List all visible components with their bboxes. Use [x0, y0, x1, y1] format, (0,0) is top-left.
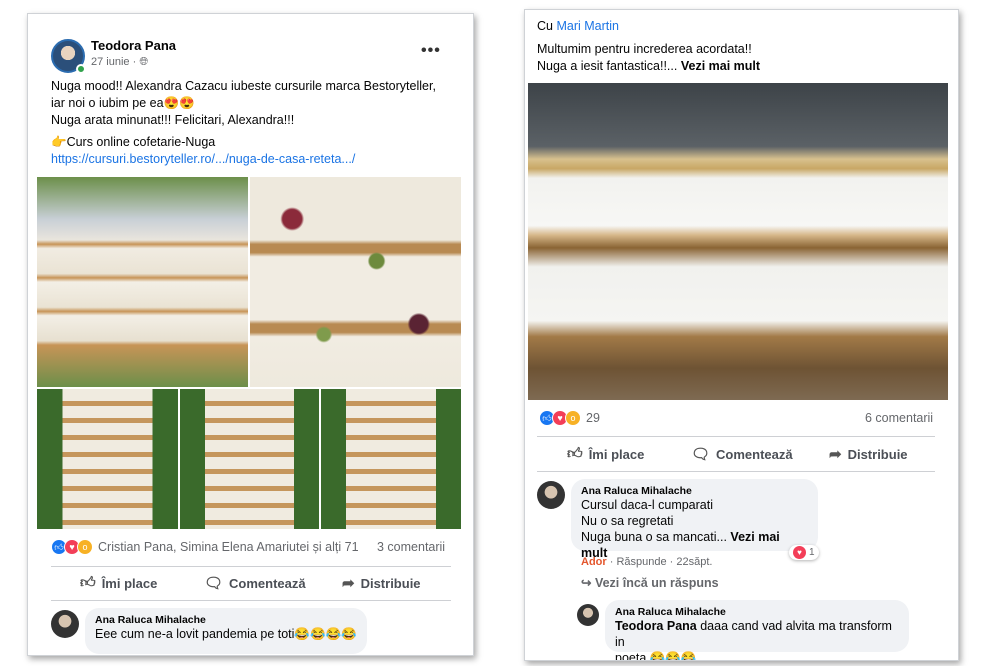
reaction-summary[interactable]: 👍︎ ♥ o 29 [539, 410, 600, 426]
tagged-user-link[interactable]: Mari Martin [556, 19, 619, 33]
post-author[interactable]: Teodora Pana [91, 38, 176, 53]
comment-line1: Cursul daca-l cumparati [581, 498, 713, 512]
see-more-link[interactable]: Vezi mai mult [681, 59, 760, 73]
comment-text: Eee cum ne-a lovit pandemia pe toti😂😂😂😂 [95, 627, 357, 641]
comment-bubble: Ana Raluca Mihalache Cursul daca-l cumpa… [571, 479, 818, 560]
reaction-names: Cristian Pana, Simina Elena Amariutei și… [98, 540, 359, 554]
post-photo-2[interactable] [250, 177, 461, 387]
more-options-icon[interactable]: ••• [421, 42, 441, 60]
like-button[interactable]: 👍︎ Îmi place [567, 445, 644, 463]
tagged-with: Cu Mari Martin [537, 19, 619, 33]
commenter-name[interactable]: Ana Raluca Mihalache [95, 614, 357, 626]
post-photo-5[interactable] [321, 389, 461, 529]
reply-line1: Teodora Pana daaa cand vad alvita ma tra… [615, 619, 892, 649]
like-button[interactable]: 👍︎ Îmi place [80, 574, 157, 592]
reply-line2: poeta 😂😂😂 [615, 651, 697, 661]
comments-count[interactable]: 3 comentarii [377, 540, 445, 554]
comments-count[interactable]: 6 comentarii [865, 411, 933, 425]
post-text-line3: Nuga arata minunat!!! Felicitari, Alexan… [51, 113, 295, 127]
reaction-count: 29 [586, 411, 600, 425]
commenter-avatar[interactable] [51, 610, 79, 638]
reply-avatar[interactable] [577, 604, 599, 626]
comment-bubble: Ana Raluca Mihalache Eee cum ne-a lovit … [85, 608, 367, 654]
thumbs-up-icon: 👍︎ [567, 445, 583, 462]
commenter-avatar[interactable] [537, 481, 565, 509]
reaction-summary[interactable]: 👍︎ ♥ o Cristian Pana, Simina Elena Amari… [51, 539, 359, 555]
heart-icon: ♥ [793, 546, 806, 559]
commenter-name[interactable]: Ana Raluca Mihalache [581, 485, 808, 497]
divider [537, 471, 935, 472]
share-icon: ➦ [342, 575, 355, 592]
left-post-card: Teodora Pana 27 iunie · 🌐︎ ••• Nuga mood… [27, 13, 474, 656]
online-status-dot [76, 64, 86, 74]
divider [51, 600, 451, 601]
comment-icon: 🗨︎ [691, 446, 711, 463]
post-photo-1[interactable] [37, 177, 248, 387]
course-link[interactable]: https://cursuri.bestoryteller.ro/.../nug… [51, 151, 355, 168]
reply-bubble: Ana Raluca Mihalache Teodora Pana daaa c… [605, 600, 909, 660]
reply-author[interactable]: Ana Raluca Mihalache [615, 606, 899, 618]
globe-icon: 🌐︎ [139, 56, 149, 68]
comment-button[interactable]: 🗨︎ Comentează [691, 445, 793, 463]
comment-meta: Ador · Răspunde · 22săpt. [581, 556, 713, 568]
divider [537, 436, 935, 437]
post-photo-3[interactable] [37, 389, 178, 529]
view-more-replies-link[interactable]: ↪ Vezi încă un răspuns [581, 575, 719, 590]
wow-reaction-icon: o [565, 410, 581, 426]
comment-icon: 🗨︎ [204, 575, 224, 592]
post-photo-4[interactable] [180, 389, 319, 529]
comment-love-label[interactable]: Ador [581, 556, 607, 568]
post-text-line1: Multumim pentru increderea acordata!! [537, 42, 752, 56]
post-text-line1: Nuga mood!! Alexandra Cazacu iubeste cur… [51, 79, 436, 93]
post-date[interactable]: 27 iunie · 🌐︎ [91, 56, 148, 69]
comment-reaction-badge[interactable]: ♥ 1 [789, 545, 819, 560]
divider [51, 566, 451, 567]
share-icon: ➦ [829, 446, 842, 463]
mention-link[interactable]: Teodora Pana [615, 619, 697, 633]
wow-reaction-icon: o [77, 539, 93, 555]
post-photo-main[interactable] [528, 83, 948, 400]
right-post-card: Cu Mari Martin Multumim pentru incredere… [524, 9, 959, 661]
post-text-line2: Nuga a iesit fantastica!!... Vezi mai mu… [537, 59, 761, 73]
comment-button[interactable]: 🗨︎ Comentează [204, 574, 306, 592]
post-text-line4: 👉Curs online cofetarie-Nuga [51, 135, 216, 149]
post-text-line2: iar noi o iubim pe ea😍😍 [51, 96, 195, 110]
share-button[interactable]: ➦ Distribuie [342, 574, 421, 592]
share-button[interactable]: ➦ Distribuie [829, 445, 908, 463]
comment-line2: Nu o sa regretati [581, 514, 674, 528]
thumbs-up-icon: 👍︎ [80, 574, 96, 591]
